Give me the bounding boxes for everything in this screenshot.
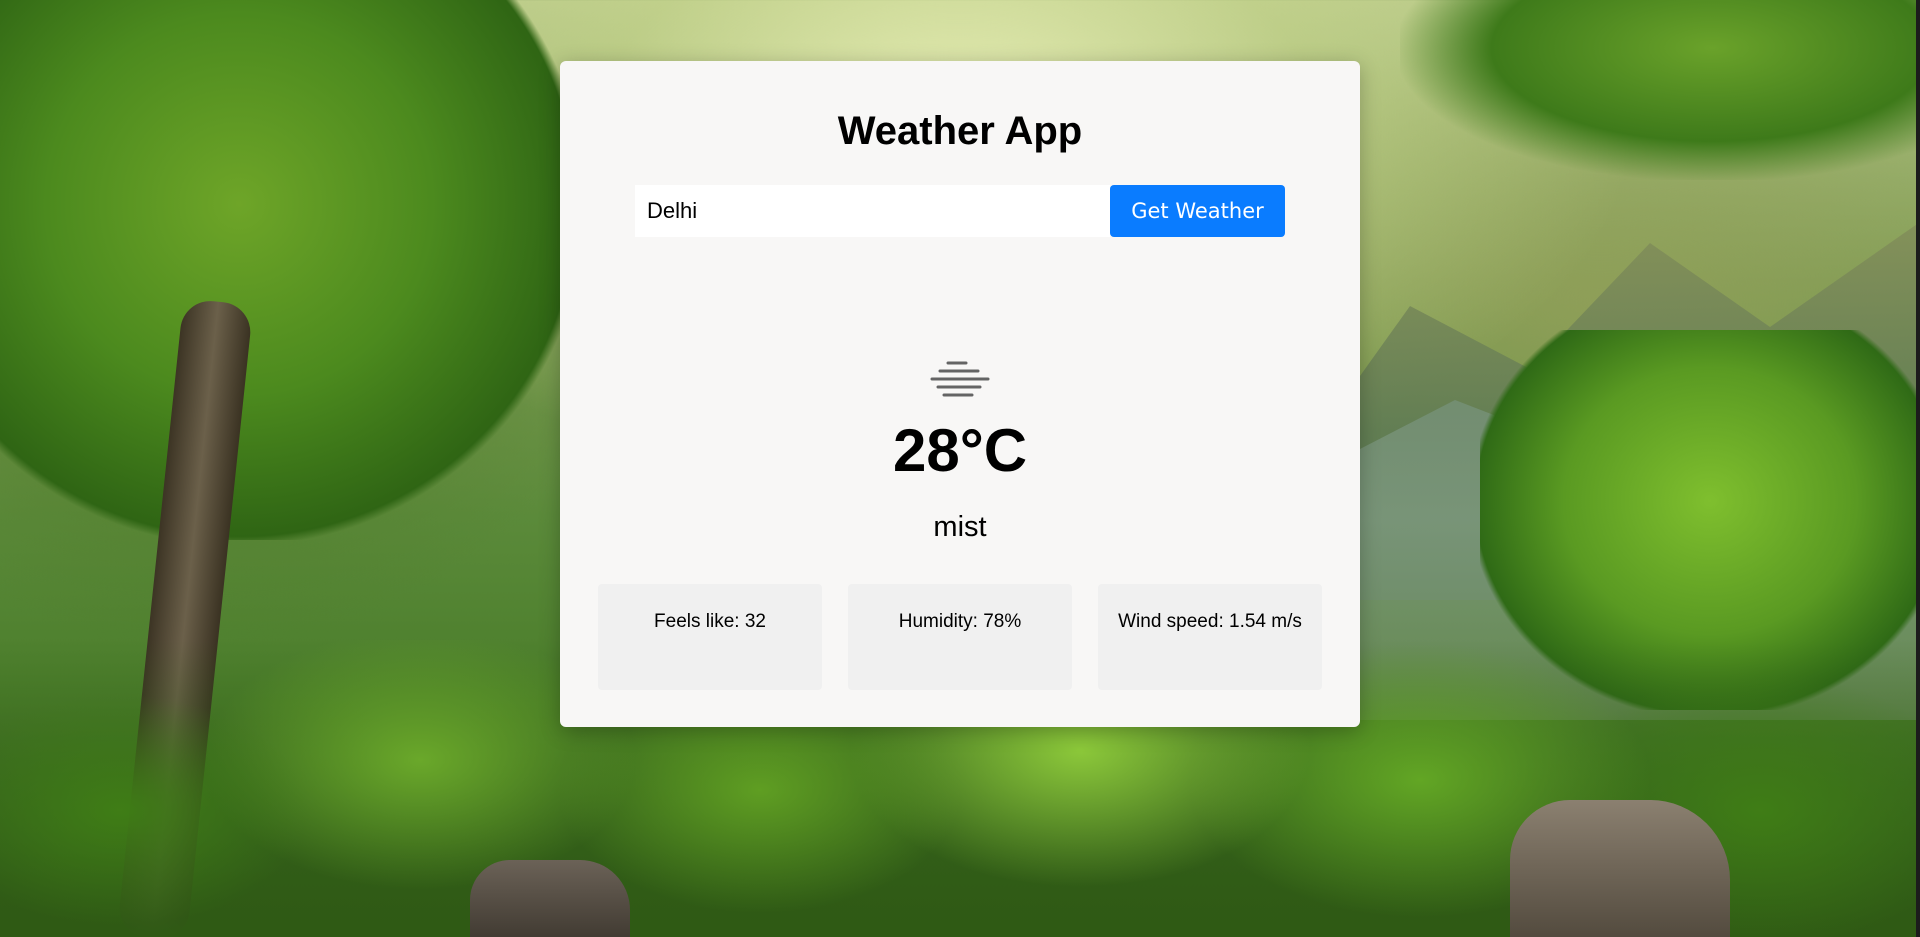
temperature: 28°C [892,417,1028,484]
background-tree-top-right [1400,0,1920,180]
city-search-input[interactable] [635,185,1110,237]
weather-description: mist [933,511,987,543]
app-title: Weather App [837,109,1083,153]
mist-icon [930,361,990,397]
search-row: Get Weather [635,185,1285,237]
weather-card: Weather App Get Weather 28°C mist Feels … [560,61,1360,727]
background-mountains [1320,222,1920,600]
background-tree-trunk [116,298,254,937]
weather-details: Feels like: 32 Humidity: 78% Wind speed:… [598,584,1322,690]
get-weather-button[interactable]: Get Weather [1110,185,1285,237]
background-tree-right [1480,330,1920,710]
humidity-box: Humidity: 78% [848,584,1072,690]
wind-speed-box: Wind speed: 1.54 m/s [1098,584,1322,690]
background-rock [470,860,630,937]
background-tree-left [0,0,580,540]
background-hills [1300,360,1920,720]
window-edge [1916,0,1920,937]
feels-like-box: Feels like: 32 [598,584,822,690]
background-rock [1510,800,1730,937]
